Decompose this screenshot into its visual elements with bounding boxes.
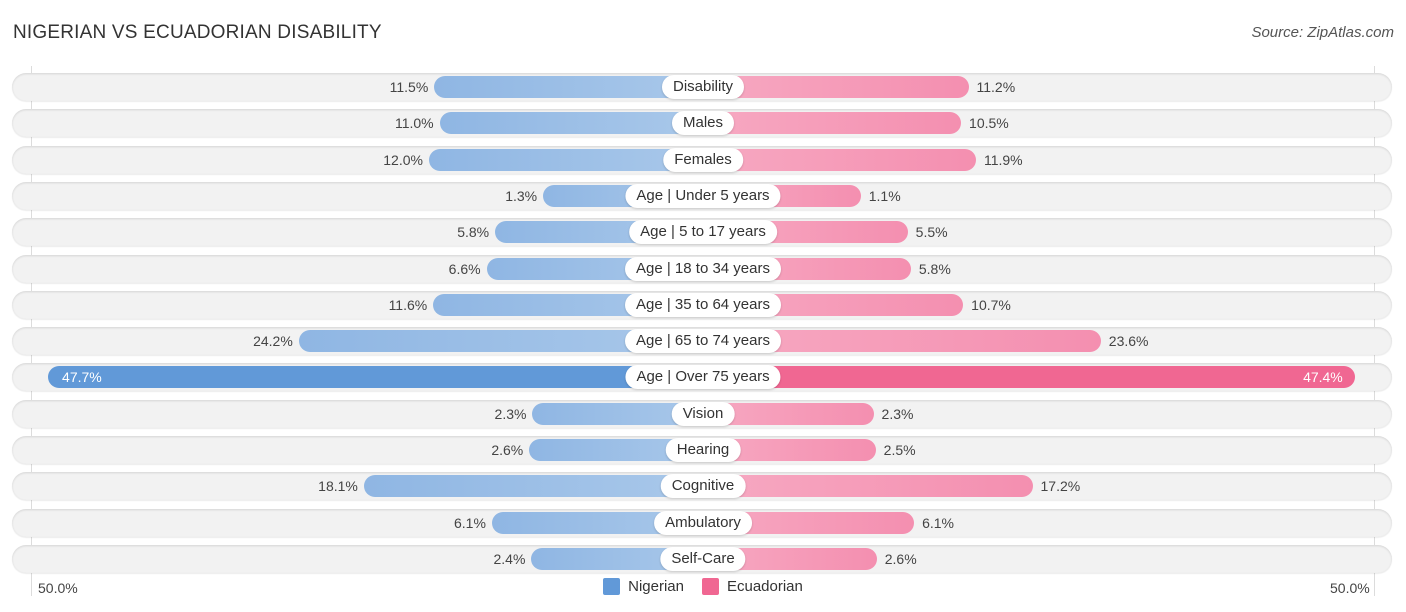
legend-swatch-ecuadorian xyxy=(701,578,719,595)
chart-title: NIGERIAN VS ECUADORIAN DISABILITY xyxy=(13,22,382,43)
chart-row: 47.7% 47.4% Age | Over 75 years xyxy=(12,363,1392,391)
category-label: Females xyxy=(663,148,743,172)
category-label: Hearing xyxy=(665,438,741,462)
value-label-ecuadorian: 6.1% xyxy=(922,515,954,531)
value-label-nigerian: 12.0% xyxy=(383,152,423,168)
chart-row: 18.1% 17.2% Cognitive xyxy=(12,472,1392,500)
category-label: Self-Care xyxy=(660,547,746,571)
chart-row: 2.3% 2.3% Vision xyxy=(12,400,1392,428)
bar-ecuadorian[interactable] xyxy=(703,366,1355,388)
value-label-nigerian: 18.1% xyxy=(318,478,358,494)
bar-ecuadorian[interactable] xyxy=(703,149,976,171)
category-label: Cognitive xyxy=(660,474,746,498)
value-label-nigerian: 6.1% xyxy=(454,515,486,531)
bar-ecuadorian[interactable] xyxy=(703,475,1033,497)
value-label-ecuadorian: 2.6% xyxy=(884,551,917,567)
bar-nigerian[interactable] xyxy=(48,366,703,388)
value-label-nigerian: 47.7% xyxy=(62,369,102,385)
category-label: Age | 65 to 74 years xyxy=(625,329,781,353)
value-label-nigerian: 1.3% xyxy=(505,188,538,204)
chart-row: 6.1% 6.1% Ambulatory xyxy=(12,509,1392,537)
chart-row: 2.6% 2.5% Hearing xyxy=(12,436,1392,464)
bar-ecuadorian[interactable] xyxy=(703,112,962,134)
value-label-ecuadorian: 11.2% xyxy=(976,79,1016,95)
legend-item-nigerian[interactable]: Nigerian xyxy=(603,578,684,595)
category-label: Age | 35 to 64 years xyxy=(625,293,781,317)
category-label: Age | 18 to 34 years xyxy=(625,257,781,281)
chart-row: 6.6% 5.8% Age | 18 to 34 years xyxy=(12,255,1392,283)
category-label: Vision xyxy=(671,402,735,426)
value-label-ecuadorian: 2.3% xyxy=(881,406,914,422)
value-label-ecuadorian: 10.7% xyxy=(971,297,1011,313)
value-label-ecuadorian: 23.6% xyxy=(1108,333,1149,349)
category-label: Age | Under 5 years xyxy=(625,184,781,208)
category-label: Males xyxy=(671,111,735,135)
value-label-ecuadorian: 10.5% xyxy=(969,115,1009,131)
category-label: Age | Over 75 years xyxy=(625,365,781,389)
value-label-ecuadorian: 2.5% xyxy=(883,442,916,458)
legend-item-ecuadorian[interactable]: Ecuadorian xyxy=(701,578,803,595)
value-label-nigerian: 11.5% xyxy=(389,79,429,95)
value-label-ecuadorian: 17.2% xyxy=(1040,478,1081,494)
value-label-nigerian: 11.6% xyxy=(388,297,428,313)
value-label-nigerian: 2.4% xyxy=(493,551,526,567)
value-label-ecuadorian: 5.8% xyxy=(918,261,951,277)
value-label-nigerian: 5.8% xyxy=(457,224,490,240)
chart-row: 2.4% 2.6% Self-Care xyxy=(12,545,1392,573)
chart-row: 1.3% 1.1% Age | Under 5 years xyxy=(12,182,1392,210)
value-label-nigerian: 11.0% xyxy=(394,115,434,131)
legend: Nigerian Ecuadorian xyxy=(0,578,1406,595)
source-credit: Source: ZipAtlas.com xyxy=(1251,24,1394,41)
chart-row: 11.5% 11.2% Disability xyxy=(12,73,1392,101)
value-label-ecuadorian: 5.5% xyxy=(915,224,948,240)
legend-swatch-nigerian xyxy=(603,578,621,595)
category-label: Disability xyxy=(661,75,745,99)
category-label: Age | 5 to 17 years xyxy=(629,220,777,244)
chart-row: 5.8% 5.5% Age | 5 to 17 years xyxy=(12,218,1392,246)
legend-label-ecuadorian: Ecuadorian xyxy=(726,578,803,595)
value-label-nigerian: 2.6% xyxy=(491,442,524,458)
chart-row: 11.6% 10.7% Age | 35 to 64 years xyxy=(12,291,1392,319)
bar-nigerian[interactable] xyxy=(363,475,703,497)
bar-nigerian[interactable] xyxy=(439,112,703,134)
value-label-nigerian: 24.2% xyxy=(253,333,293,349)
category-label: Ambulatory xyxy=(654,511,752,535)
value-label-ecuadorian: 47.4% xyxy=(1303,369,1343,385)
legend-label-nigerian: Nigerian xyxy=(628,578,684,595)
chart-row: 24.2% 23.6% Age | 65 to 74 years xyxy=(12,327,1392,355)
value-label-ecuadorian: 1.1% xyxy=(868,188,901,204)
chart-row: 12.0% 11.9% Females xyxy=(12,146,1392,174)
value-label-nigerian: 6.6% xyxy=(448,261,481,277)
chart-row: 11.0% 10.5% Males xyxy=(12,109,1392,137)
bar-nigerian[interactable] xyxy=(428,149,703,171)
value-label-nigerian: 2.3% xyxy=(494,406,527,422)
value-label-ecuadorian: 11.9% xyxy=(983,152,1023,168)
